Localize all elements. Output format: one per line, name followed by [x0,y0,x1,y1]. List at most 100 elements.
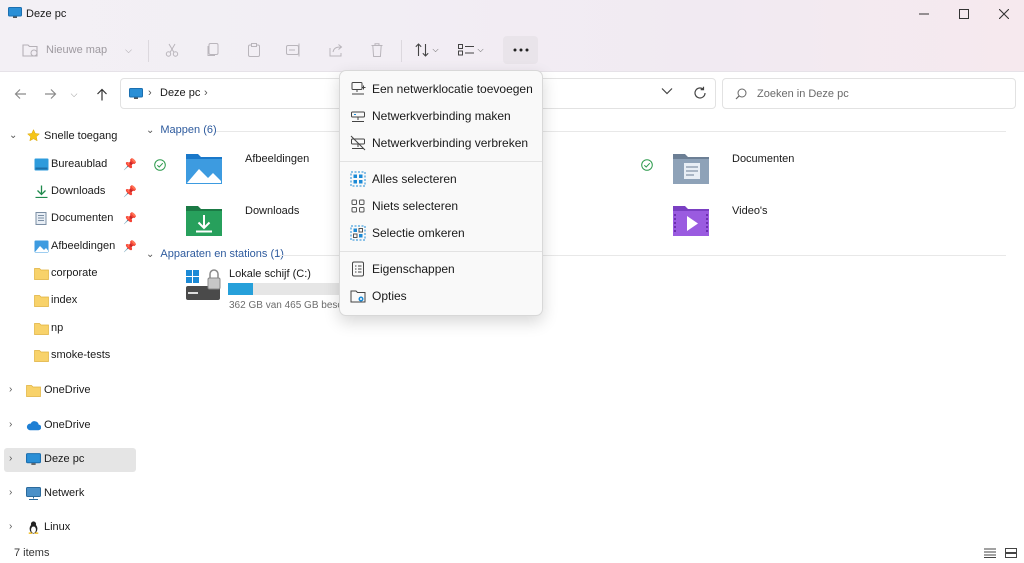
invert-selection-icon [350,225,366,241]
sidebar-item-documenten[interactable]: Documenten 📌 [4,207,137,231]
sidebar-item-smoke-tests[interactable]: smoke-tests [4,344,136,368]
chevron-right-icon[interactable]: › [9,384,12,395]
more-options-button[interactable] [503,36,538,64]
back-icon [14,89,26,99]
cut-icon [165,43,179,57]
sidebar-item-downloads[interactable]: Downloads 📌 [4,180,137,204]
chevron-right-icon[interactable]: › [9,453,12,464]
tiles-view-button[interactable] [1003,546,1019,560]
sidebar-item-afbeeldingen[interactable]: Afbeeldingen 📌 [4,235,137,259]
delete-button[interactable] [365,36,389,64]
chevron-down-icon[interactable]: ⌄ [9,130,17,141]
cut-button[interactable] [160,36,184,64]
sort-button[interactable]: ⌵ [412,36,442,64]
chevron-down-icon: ⌵ [477,45,484,54]
chevron-right-icon[interactable]: › [9,521,12,532]
sidebar-item-linux[interactable]: › Linux [4,516,136,540]
close-icon [999,9,1009,19]
group-header-folders[interactable]: ⌄ Mappen (6) [146,124,217,136]
sidebar-item-onedrive-personal[interactable]: › OneDrive [4,379,136,403]
sidebar-item-label: smoke-tests [51,349,111,361]
menu-item-disconnect-network-drive[interactable]: Netwerkverbinding verbreken [344,130,538,156]
chevron-down-icon: ⌵ [432,45,439,54]
monitor-icon [26,453,41,465]
sidebar-item-onedrive[interactable]: › OneDrive [4,414,136,438]
breadcrumb-chevron-icon[interactable]: › [148,87,152,99]
close-button[interactable] [984,0,1024,28]
share-button[interactable] [324,36,348,64]
folder-icon [34,323,49,335]
sidebar-item-quick-access[interactable]: ⌄ Snelle toegang [4,125,136,149]
linux-icon [28,521,39,534]
new-folder-icon [22,44,38,57]
folder-tile-videos[interactable]: Video's [641,200,881,244]
sidebar-item-corporate[interactable]: corporate [4,262,136,286]
sidebar-item-label: Snelle toegang [44,130,118,142]
chevron-down-icon[interactable] [661,87,673,95]
chevron-down-icon[interactable]: ⌄ [146,249,154,260]
toolbar-divider [401,40,402,62]
drive-icon [186,269,221,300]
sidebar-item-label: OneDrive [44,419,91,431]
new-button[interactable]: Nieuwe map ⌵ [18,36,136,64]
chevron-down-icon[interactable]: ⌄ [146,125,154,136]
breadcrumb-chevron-icon[interactable]: › [204,87,208,99]
up-button[interactable] [91,83,113,105]
document-icon [35,212,47,225]
folder-icon [34,295,49,307]
status-bar: 7 items [0,543,1024,563]
copy-button[interactable] [201,36,225,64]
menu-item-select-all[interactable]: Alles selecteren [344,166,538,192]
chevron-right-icon[interactable]: › [9,487,12,498]
sidebar-item-index[interactable]: index [4,289,136,313]
disconnect-drive-icon [350,135,366,151]
sidebar-item-label: Linux [44,521,71,533]
chevron-right-icon[interactable]: › [9,419,12,430]
sidebar-item-np[interactable]: np [4,317,136,341]
folder-tile-documenten[interactable]: Documenten [641,148,881,192]
sidebar-item-label: Downloads [51,185,106,197]
sidebar-item-deze-pc[interactable]: › Deze pc [4,448,136,472]
menu-item-map-network-drive[interactable]: Netwerkverbinding maken [344,103,538,129]
refresh-icon[interactable] [693,86,707,100]
menu-item-select-none[interactable]: Niets selecteren [344,193,538,219]
map-drive-icon [351,111,365,122]
view-button[interactable]: ⌵ [454,36,488,64]
sidebar-item-netwerk[interactable]: › Netwerk [4,482,136,506]
sidebar-item-bureaublad[interactable]: Bureaublad 📌 [4,153,137,177]
group-header-devices[interactable]: ⌄ Apparaten en stations (1) [146,248,284,260]
menu-divider [340,161,542,162]
videos-folder-icon [673,206,709,236]
breadcrumb-location[interactable]: Deze pc [160,87,200,99]
details-view-button[interactable] [982,546,998,560]
forward-button[interactable] [39,83,61,105]
search-box[interactable] [722,78,1016,109]
up-icon [97,88,107,100]
menu-item-add-network-location[interactable]: Een netwerklocatie toevoegen [344,76,538,102]
search-input[interactable] [757,86,1007,102]
forward-icon [44,89,56,99]
minimize-button[interactable] [904,0,944,28]
maximize-button[interactable] [944,0,984,28]
pin-icon: 📌 [123,241,137,253]
paste-button[interactable] [242,36,266,64]
menu-item-properties[interactable]: Eigenschappen [344,256,538,282]
monitor-icon [129,88,143,99]
back-button[interactable] [9,83,31,105]
group-header-label: Mappen (6) [160,124,217,136]
delete-icon [371,43,383,57]
rename-icon [286,43,300,57]
menu-item-label: Netwerkverbinding maken [372,109,511,123]
star-icon [27,129,40,142]
drive-name: Lokale schijf (C:) [229,268,311,280]
rename-button[interactable] [282,36,306,64]
menu-item-options[interactable]: Opties [344,283,538,309]
item-count: 7 items [14,547,50,559]
paste-icon [248,43,260,57]
menu-item-invert-selection[interactable]: Selectie omkeren [344,220,538,246]
menu-item-label: Eigenschappen [372,262,455,276]
pin-icon: 📌 [123,186,137,198]
select-none-icon [351,199,365,213]
sort-icon [415,43,430,57]
recent-locations-button[interactable]: ⌵ [66,83,82,105]
